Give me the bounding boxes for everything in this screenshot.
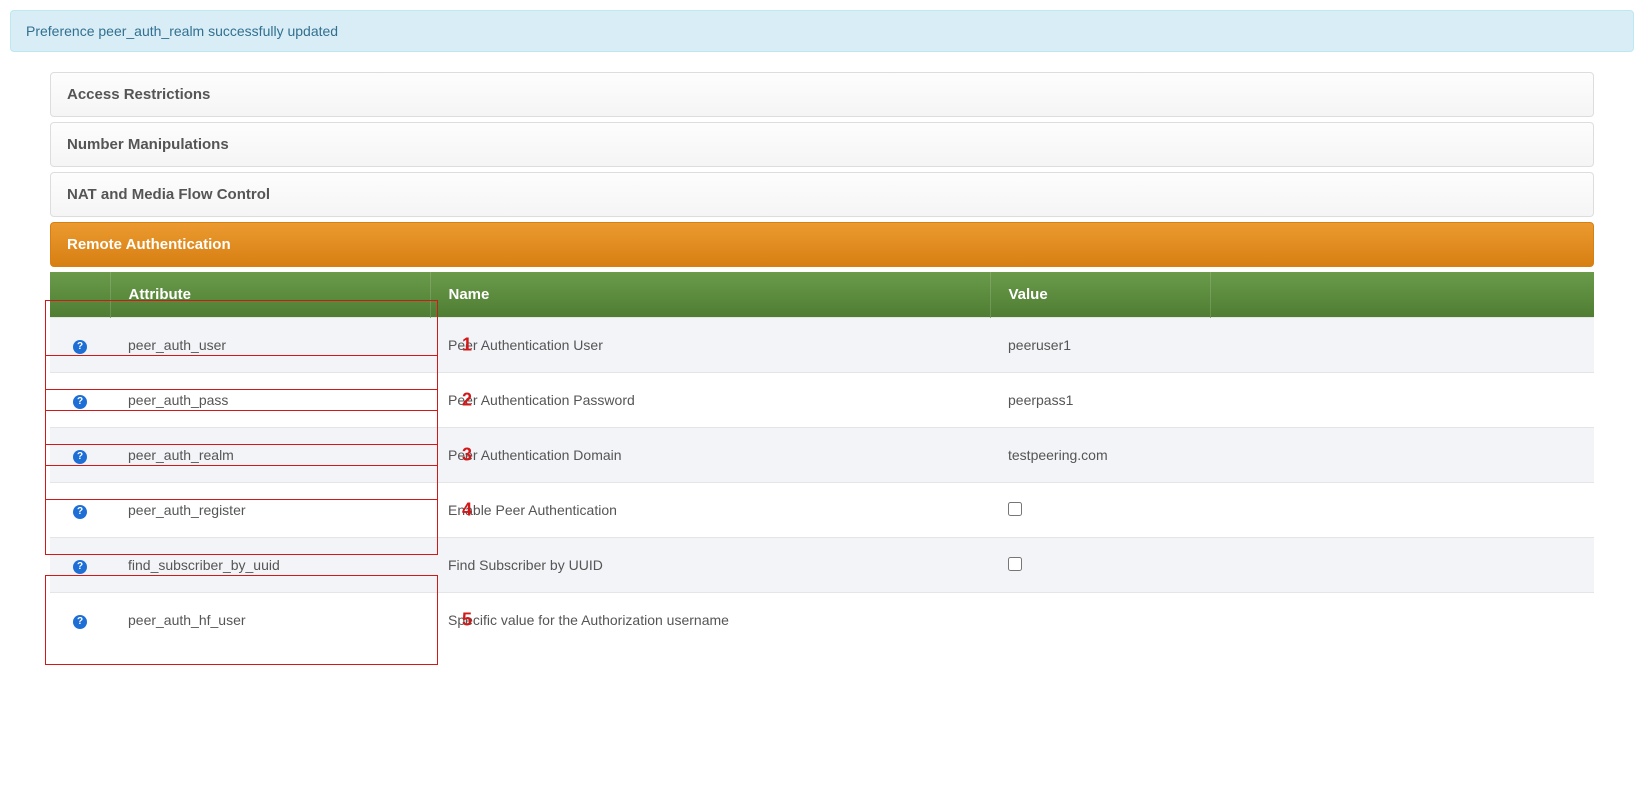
attribute-text: peer_auth_realm bbox=[128, 447, 234, 463]
annotation-number: 3 bbox=[462, 445, 472, 466]
name-cell: Peer Authentication Password bbox=[430, 373, 990, 428]
annotation-number: 4 bbox=[462, 500, 472, 521]
preferences-table: Attribute Name Value ?peer_auth_user1Pee… bbox=[50, 272, 1594, 647]
annotation-number: 5 bbox=[462, 610, 472, 631]
panel-heading: Access Restrictions bbox=[51, 73, 1593, 116]
name-cell: Enable Peer Authentication bbox=[430, 483, 990, 538]
table-row[interactable]: ?peer_auth_hf_user5Specific value for th… bbox=[50, 593, 1594, 648]
help-icon[interactable]: ? bbox=[73, 395, 87, 409]
remote-auth-table-wrap: Attribute Name Value ?peer_auth_user1Pee… bbox=[50, 272, 1594, 657]
table-row[interactable]: ?peer_auth_pass2Peer Authentication Pass… bbox=[50, 373, 1594, 428]
annotation-number: 2 bbox=[462, 390, 472, 411]
attribute-cell: find_subscriber_by_uuid bbox=[110, 538, 430, 593]
help-cell: ? bbox=[50, 483, 110, 538]
attribute-text: peer_auth_pass bbox=[128, 392, 228, 408]
help-cell: ? bbox=[50, 373, 110, 428]
value-cell: peeruser1 bbox=[990, 318, 1210, 373]
panel-heading: NAT and Media Flow Control bbox=[51, 173, 1593, 216]
table-row[interactable]: ?peer_auth_register4Enable Peer Authenti… bbox=[50, 483, 1594, 538]
actions-cell bbox=[1210, 538, 1594, 593]
attribute-cell: peer_auth_register4 bbox=[110, 483, 430, 538]
help-icon[interactable]: ? bbox=[73, 615, 87, 629]
actions-cell bbox=[1210, 373, 1594, 428]
help-icon[interactable]: ? bbox=[73, 560, 87, 574]
name-cell: Peer Authentication Domain bbox=[430, 428, 990, 483]
table-row[interactable]: ?peer_auth_realm3Peer Authentication Dom… bbox=[50, 428, 1594, 483]
attribute-text: peer_auth_hf_user bbox=[128, 612, 246, 628]
help-cell: ? bbox=[50, 538, 110, 593]
value-cell bbox=[990, 593, 1210, 648]
actions-cell bbox=[1210, 593, 1594, 648]
header-value: Value bbox=[990, 272, 1210, 318]
actions-cell bbox=[1210, 318, 1594, 373]
panel-number-manipulations[interactable]: Number Manipulations bbox=[50, 122, 1594, 167]
attribute-text: find_subscriber_by_uuid bbox=[128, 557, 280, 573]
help-icon[interactable]: ? bbox=[73, 450, 87, 464]
header-name: Name bbox=[430, 272, 990, 318]
value-cell: peerpass1 bbox=[990, 373, 1210, 428]
table-header-row: Attribute Name Value bbox=[50, 272, 1594, 318]
attribute-cell: peer_auth_user1 bbox=[110, 318, 430, 373]
help-icon[interactable]: ? bbox=[73, 340, 87, 354]
panel-nat-media-flow[interactable]: NAT and Media Flow Control bbox=[50, 172, 1594, 217]
success-alert: Preference peer_auth_realm successfully … bbox=[10, 10, 1634, 52]
attribute-cell: peer_auth_pass2 bbox=[110, 373, 430, 428]
value-cell bbox=[990, 538, 1210, 593]
help-cell: ? bbox=[50, 428, 110, 483]
panel-heading: Remote Authentication bbox=[51, 223, 1593, 266]
help-cell: ? bbox=[50, 593, 110, 648]
name-cell: Specific value for the Authorization use… bbox=[430, 593, 990, 648]
name-cell: Peer Authentication User bbox=[430, 318, 990, 373]
attribute-cell: peer_auth_realm3 bbox=[110, 428, 430, 483]
help-cell: ? bbox=[50, 318, 110, 373]
name-cell: Find Subscriber by UUID bbox=[430, 538, 990, 593]
value-checkbox[interactable] bbox=[1008, 557, 1022, 571]
header-actions bbox=[1210, 272, 1594, 318]
value-cell bbox=[990, 483, 1210, 538]
actions-cell bbox=[1210, 428, 1594, 483]
panel-access-restrictions[interactable]: Access Restrictions bbox=[50, 72, 1594, 117]
attribute-cell: peer_auth_hf_user5 bbox=[110, 593, 430, 648]
panel-remote-authentication[interactable]: Remote Authentication bbox=[50, 222, 1594, 267]
value-checkbox[interactable] bbox=[1008, 502, 1022, 516]
table-row[interactable]: ?peer_auth_user1Peer Authentication User… bbox=[50, 318, 1594, 373]
actions-cell bbox=[1210, 483, 1594, 538]
attribute-text: peer_auth_register bbox=[128, 502, 246, 518]
panel-heading: Number Manipulations bbox=[51, 123, 1593, 166]
value-cell: testpeering.com bbox=[990, 428, 1210, 483]
annotation-number: 1 bbox=[462, 335, 472, 356]
table-row[interactable]: ? find_subscriber_by_uuid Find Subscriber … bbox=[50, 538, 1594, 593]
help-icon[interactable]: ? bbox=[73, 505, 87, 519]
alert-text: Preference peer_auth_realm successfully … bbox=[26, 23, 338, 39]
header-help bbox=[50, 272, 110, 318]
attribute-text: peer_auth_user bbox=[128, 337, 226, 353]
header-attribute: Attribute bbox=[110, 272, 430, 318]
